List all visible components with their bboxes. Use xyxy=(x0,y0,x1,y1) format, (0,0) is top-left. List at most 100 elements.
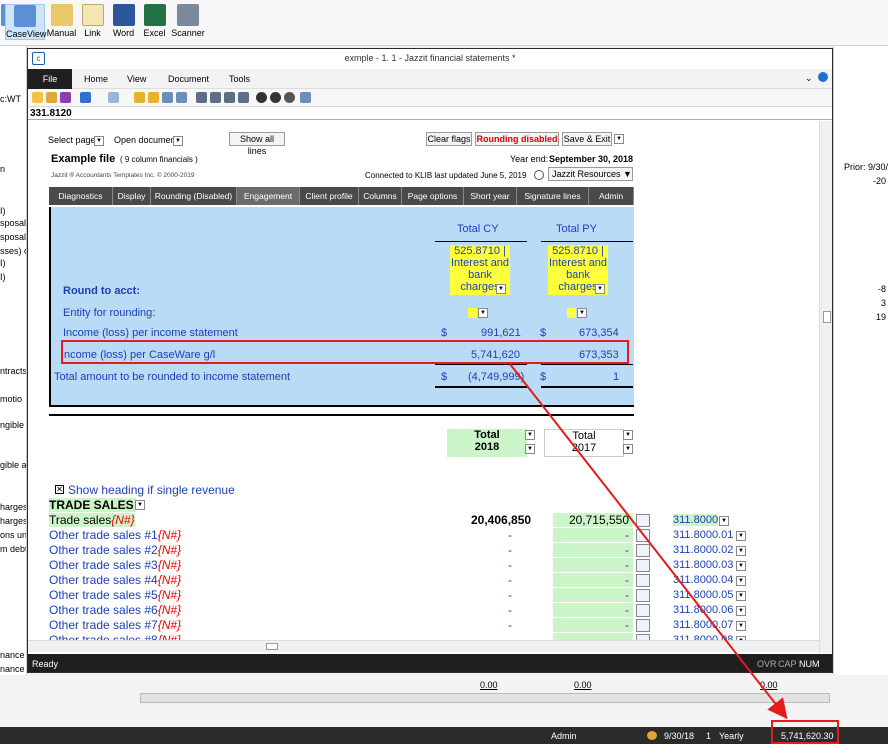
revenue-row-py[interactable]: - xyxy=(553,573,633,587)
tab-short-year[interactable]: Short year xyxy=(464,187,517,205)
chevron-down-icon[interactable]: ▼ xyxy=(595,284,605,294)
info-icon[interactable] xyxy=(534,170,544,180)
tab-columns[interactable]: Columns xyxy=(359,187,402,205)
menu-tools[interactable]: Tools xyxy=(229,74,250,84)
link-arrow-icon[interactable] xyxy=(636,514,650,527)
edit-icon[interactable] xyxy=(176,92,187,103)
link-arrow-icon[interactable] xyxy=(636,544,650,557)
chevron-down-icon[interactable]: ▼ xyxy=(623,430,633,440)
link-arrow-icon[interactable] xyxy=(636,559,650,572)
show-all-lines-button[interactable]: Show all lines xyxy=(229,132,285,156)
chevron-down-icon[interactable]: ▼ xyxy=(525,444,535,454)
help-icon[interactable] xyxy=(818,72,828,82)
revenue-row-py[interactable]: - xyxy=(553,618,633,632)
link-arrow-icon[interactable] xyxy=(636,529,650,542)
account-number[interactable]: 311.8000.05 xyxy=(673,589,733,601)
undo-icon[interactable] xyxy=(80,92,91,103)
account-number[interactable]: 311.8000.07 xyxy=(673,619,733,631)
revenue-row-py[interactable]: - xyxy=(553,543,633,557)
chevron-down-icon[interactable]: ▼ xyxy=(577,308,587,318)
select-page-label[interactable]: Select page xyxy=(48,135,96,145)
zoom-out-icon[interactable] xyxy=(270,92,281,103)
host-hscrollbar[interactable] xyxy=(140,693,830,703)
menu-file[interactable]: File xyxy=(28,69,72,89)
chevron-down-icon[interactable]: ▼ xyxy=(719,516,729,526)
rounding-disabled-button[interactable]: Rounding disabled xyxy=(475,132,559,146)
lock-icon[interactable] xyxy=(134,92,145,103)
ribbon-scanner-button[interactable]: Scanner xyxy=(170,4,206,38)
link-arrow-icon[interactable] xyxy=(636,589,650,602)
print-icon[interactable] xyxy=(210,92,221,103)
hscroll-thumb[interactable] xyxy=(266,643,278,650)
entity-cy-field[interactable] xyxy=(468,308,477,318)
jazzit-resources-dropdown[interactable]: Jazzit Resources ▼ xyxy=(548,167,633,181)
chevron-down-icon[interactable]: ▼ xyxy=(736,576,746,586)
formula-bar[interactable]: 331.8120 xyxy=(28,106,832,120)
tab-page-options[interactable]: Page options xyxy=(402,187,464,205)
chevron-down-icon[interactable]: ▼ xyxy=(736,621,746,631)
account-number[interactable]: 311.8000.03 xyxy=(673,559,733,571)
menu-view[interactable]: View xyxy=(127,74,146,84)
revenue-row-py[interactable]: 20,715,550 xyxy=(553,513,633,527)
save-icon[interactable] xyxy=(60,92,71,103)
tab-diagnostics[interactable]: Diagnostics xyxy=(49,187,113,205)
chevron-down-icon[interactable]: ▼ xyxy=(736,531,746,541)
ribbon-word-button[interactable]: Word xyxy=(108,4,139,38)
chevron-down-icon[interactable]: ▼ xyxy=(496,284,506,294)
search-icon[interactable] xyxy=(284,92,295,103)
chevron-down-icon[interactable]: ▼ xyxy=(135,500,145,510)
menu-home[interactable]: Home xyxy=(84,74,108,84)
chevron-down-icon[interactable]: ▼ xyxy=(94,136,104,146)
clear-flags-button[interactable]: Clear flags xyxy=(426,132,472,146)
account-number[interactable]: 311.8000.01 xyxy=(673,529,733,541)
vscroll-thumb[interactable] xyxy=(823,311,831,323)
export-icon[interactable] xyxy=(238,92,249,103)
chevron-down-icon[interactable]: ▼ xyxy=(736,606,746,616)
chevron-down-icon[interactable]: ▼ xyxy=(525,430,535,440)
chevron-down-icon[interactable]: ▼ xyxy=(736,561,746,571)
tab-admin[interactable]: Admin xyxy=(589,187,634,205)
redo-icon[interactable] xyxy=(108,92,119,103)
revenue-row-py[interactable]: - xyxy=(553,603,633,617)
collapse-ribbon-icon[interactable]: ⌄ xyxy=(805,73,813,84)
account-number[interactable]: 311.8000.06 xyxy=(673,604,733,616)
link-arrow-icon[interactable] xyxy=(636,619,650,632)
ribbon-caseview-button[interactable]: CaseView xyxy=(5,4,46,40)
chevron-down-icon[interactable]: ▼ xyxy=(623,444,633,454)
document-vscrollbar[interactable] xyxy=(819,121,832,653)
zoom-in-icon[interactable] xyxy=(256,92,267,103)
chevron-down-icon[interactable]: ▼ xyxy=(736,591,746,601)
revenue-row-py[interactable]: - xyxy=(553,528,633,542)
tab-display[interactable]: Display xyxy=(113,187,151,205)
tab-engagement[interactable]: Engagement xyxy=(237,187,300,205)
print-preview-icon[interactable] xyxy=(196,92,207,103)
link-arrow-icon[interactable] xyxy=(636,574,650,587)
tab-signature-lines[interactable]: Signature lines xyxy=(517,187,589,205)
lock-open-icon[interactable] xyxy=(148,92,159,103)
ribbon-manual-button[interactable]: Manual xyxy=(46,4,77,38)
show-heading-checkbox[interactable]: ✕ xyxy=(55,485,64,494)
chevron-down-icon[interactable]: ▼ xyxy=(614,134,624,144)
account-number[interactable]: 311.8000.02 xyxy=(673,544,733,556)
options-icon[interactable] xyxy=(300,92,311,103)
open-document-label[interactable]: Open document xyxy=(114,135,178,145)
entity-py-field[interactable] xyxy=(567,308,576,318)
document-hscrollbar[interactable] xyxy=(28,640,819,652)
page-setup-icon[interactable] xyxy=(224,92,235,103)
ribbon-excel-button[interactable]: Excel xyxy=(139,4,170,38)
chevron-down-icon[interactable]: ▼ xyxy=(736,546,746,556)
revenue-row-py[interactable]: - xyxy=(553,588,633,602)
ribbon-link-button[interactable]: Link xyxy=(77,4,108,38)
chevron-down-icon[interactable]: ▼ xyxy=(478,308,488,318)
document-icon[interactable] xyxy=(162,92,173,103)
menu-document[interactable]: Document xyxy=(168,74,209,84)
save-exit-button[interactable]: Save & Exit xyxy=(562,132,612,146)
new-icon[interactable] xyxy=(32,92,43,103)
link-arrow-icon[interactable] xyxy=(636,604,650,617)
tab-rounding[interactable]: Rounding (Disabled) xyxy=(151,187,237,205)
chevron-down-icon[interactable]: ▼ xyxy=(173,136,183,146)
tab-client-profile[interactable]: Client profile xyxy=(300,187,359,205)
account-number[interactable]: 311.8000 xyxy=(673,514,719,526)
open-icon[interactable] xyxy=(46,92,57,103)
account-number[interactable]: 311.8000.04 xyxy=(673,574,733,586)
